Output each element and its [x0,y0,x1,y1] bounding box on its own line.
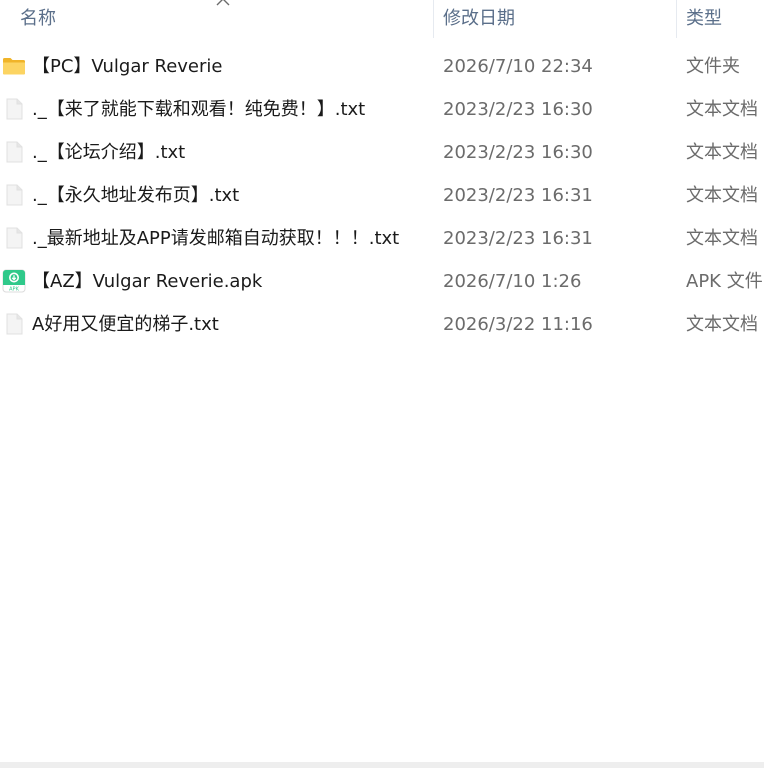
apk-file-icon: APK [2,269,26,293]
file-name: ._【论坛介绍】.txt [32,142,186,163]
file-type: 文件夹 [686,56,740,77]
folder-icon [3,58,25,75]
file-type: 文本文档 [686,99,758,120]
file-date-modified: 2026/7/10 1:26 [443,271,582,292]
file-name: 【PC】Vulgar Reverie [32,56,223,77]
column-header-bar: 名称 修改日期 类型 [0,0,764,38]
file-date-modified: 2023/2/23 16:30 [443,99,593,120]
file-type: 文本文档 [686,185,758,206]
file-type: 文本文档 [686,228,758,249]
file-name: 【AZ】Vulgar Reverie.apk [32,271,263,292]
file-name: A好用又便宜的梯子.txt [32,314,219,335]
file-explorer-window: 名称 修改日期 类型 【PC】Vulgar Reverie 2026/7/10 … [0,0,764,768]
column-header-type[interactable]: 类型 [686,0,764,38]
text-file-icon [6,313,23,335]
text-file-icon [6,141,23,163]
file-name: ._最新地址及APP请发邮箱自动获取！！！.txt [32,228,400,249]
file-row[interactable]: ._最新地址及APP请发邮箱自动获取！！！.txt 2023/2/23 16:3… [0,217,764,260]
apk-icon-label: APK [9,286,19,292]
file-date-modified: 2026/7/10 22:34 [443,56,593,77]
file-date-modified: 2023/2/23 16:31 [443,228,593,249]
file-row[interactable]: APK 【AZ】Vulgar Reverie.apk 2026/7/10 1:2… [0,260,764,303]
file-type: 文本文档 [686,314,758,335]
column-header-date-modified[interactable]: 修改日期 [443,0,673,38]
text-file-icon [6,227,23,249]
file-date-modified: 2023/2/23 16:31 [443,185,593,206]
text-file-icon [6,184,23,206]
file-type: 文本文档 [686,142,758,163]
file-type: APK 文件 [686,271,763,292]
file-list: 【PC】Vulgar Reverie 2026/7/10 22:34 文件夹 .… [0,45,764,346]
column-divider[interactable] [433,0,434,38]
file-row[interactable]: A好用又便宜的梯子.txt 2026/3/22 11:16 文本文档 [0,303,764,346]
column-divider[interactable] [676,0,677,38]
file-row[interactable]: ._【永久地址发布页】.txt 2023/2/23 16:31 文本文档 [0,174,764,217]
text-file-icon [6,98,23,120]
file-name: ._【永久地址发布页】.txt [32,185,240,206]
file-date-modified: 2023/2/23 16:30 [443,142,593,163]
file-row[interactable]: ._【论坛介绍】.txt 2023/2/23 16:30 文本文档 [0,131,764,174]
file-name: ._【来了就能下载和观看！纯免费！】.txt [32,99,366,120]
file-row[interactable]: ._【来了就能下载和观看！纯免费！】.txt 2023/2/23 16:30 文… [0,88,764,131]
column-header-name[interactable]: 名称 [20,0,430,38]
file-date-modified: 2026/3/22 11:16 [443,314,593,335]
file-row[interactable]: 【PC】Vulgar Reverie 2026/7/10 22:34 文件夹 [0,45,764,88]
horizontal-scrollbar[interactable] [0,762,764,768]
